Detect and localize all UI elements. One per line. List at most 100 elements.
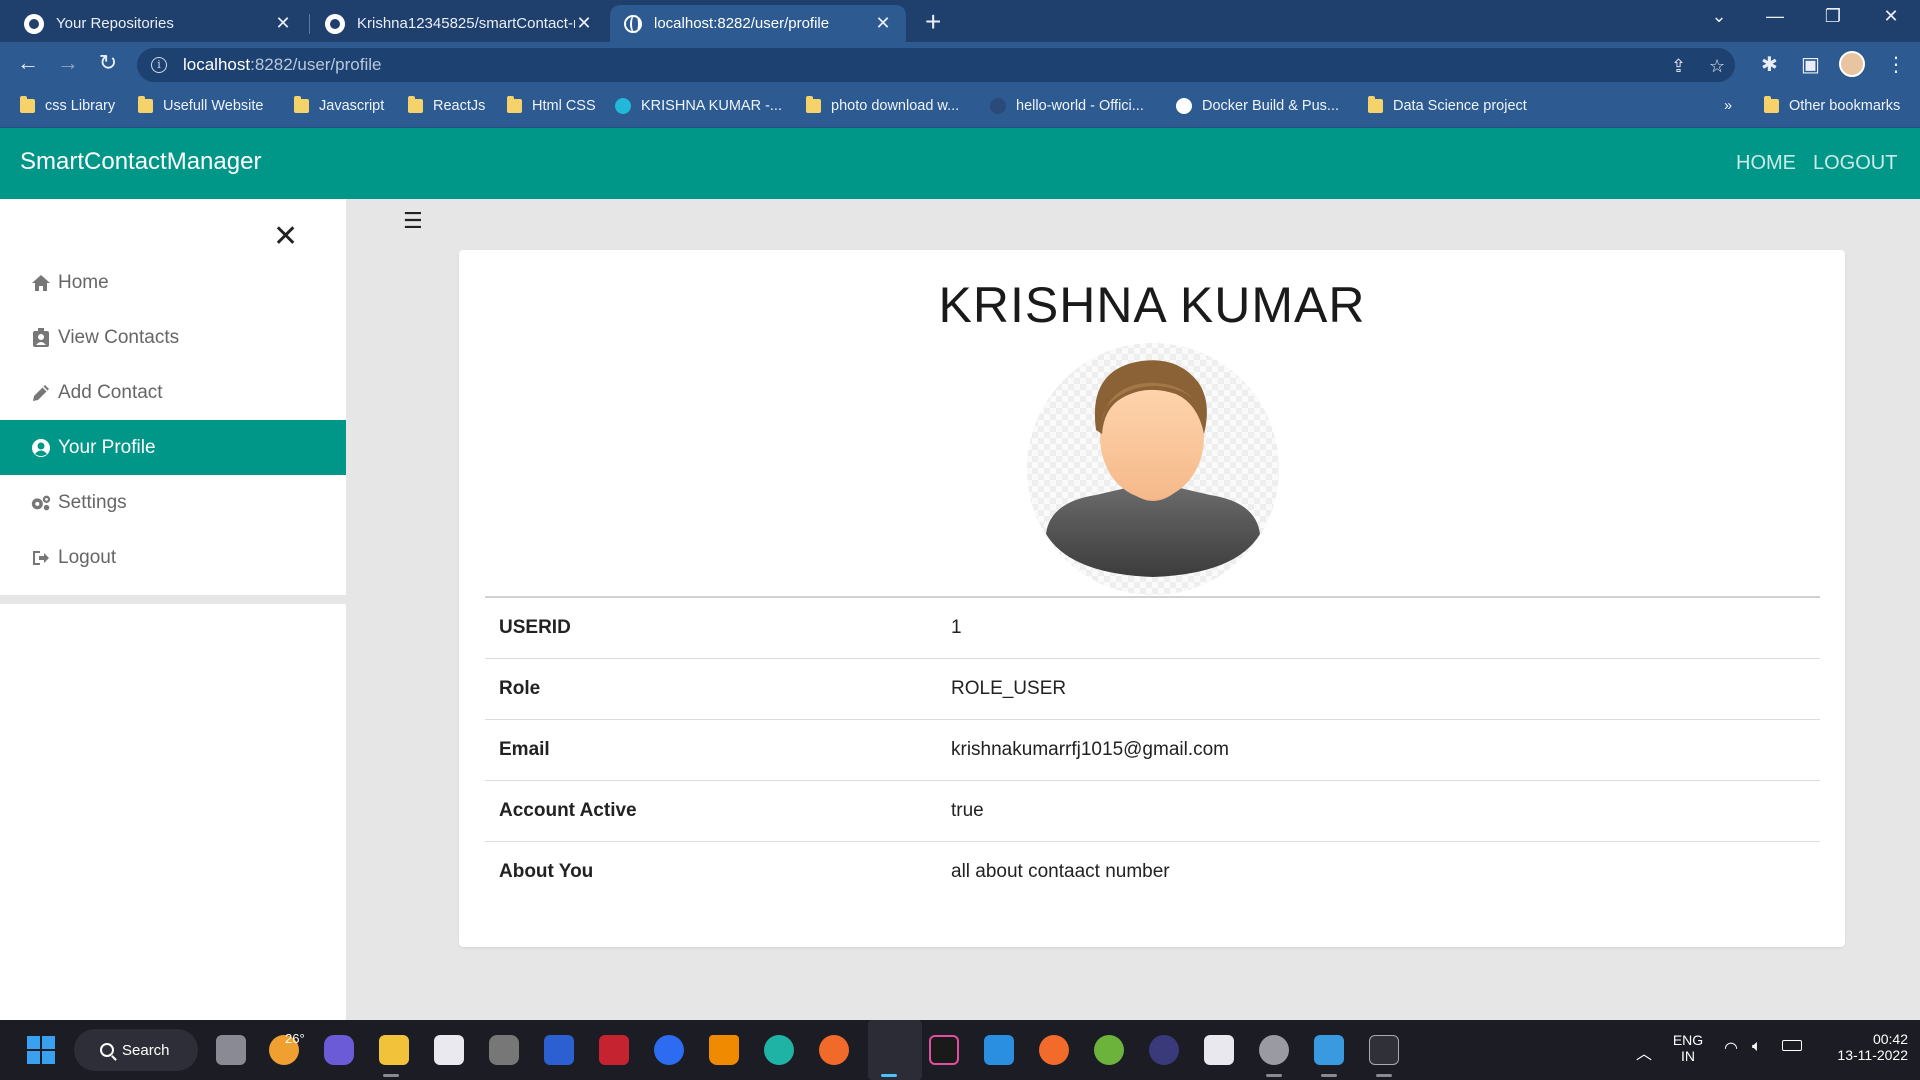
user-circle-icon [30, 438, 52, 457]
terminal-icon[interactable] [1369, 1035, 1399, 1065]
profile-name: KRISHNA KUMAR [938, 277, 1366, 333]
bookmark-label: photo download w... [831, 98, 960, 114]
firefox-icon[interactable] [819, 1035, 849, 1065]
running-indicator [1266, 1074, 1282, 1077]
tab-divider [309, 14, 310, 34]
wifi-icon[interactable]: ◠ [1724, 1038, 1738, 1058]
more-bookmarks-button[interactable]: » [1724, 98, 1732, 114]
close-icon[interactable]: ✕ [874, 13, 892, 34]
close-icon[interactable]: ✕ [575, 13, 593, 34]
bookmark-javascript[interactable]: Javascript [294, 96, 384, 114]
bookmark-photo-download[interactable]: photo download w... [806, 96, 960, 114]
extensions-icon[interactable]: ✱ [1761, 52, 1778, 77]
intellij-icon[interactable] [929, 1035, 959, 1065]
bookmark-label: Data Science project [1393, 98, 1527, 114]
brand-logo[interactable]: SmartContactManager [20, 148, 261, 176]
site-info-icon[interactable]: i [151, 57, 167, 73]
app-azure-icon[interactable] [544, 1035, 574, 1065]
running-indicator [383, 1074, 399, 1077]
close-icon[interactable]: ✕ [274, 13, 292, 34]
windows-start-icon[interactable] [27, 1036, 55, 1064]
share-icon[interactable]: ⇪ [1671, 56, 1686, 77]
mcafee-icon[interactable] [599, 1035, 629, 1065]
edge-icon[interactable] [764, 1035, 794, 1065]
close-sidebar-icon[interactable]: ✕ [273, 219, 298, 254]
task-view-icon[interactable] [216, 1035, 246, 1065]
taskbar-search-button[interactable]: Search [74, 1029, 198, 1071]
running-indicator [1321, 1074, 1337, 1077]
bookmark-usefull-website[interactable]: Usefull Website [138, 96, 263, 114]
folder-icon [408, 96, 423, 113]
sidebar-item-home[interactable]: Home [0, 255, 346, 310]
side-panel-icon[interactable]: ▣ [1801, 52, 1820, 77]
detail-value: true [951, 799, 984, 821]
back-button[interactable]: ← [13, 50, 43, 76]
reload-button[interactable]: ↻ [93, 50, 123, 76]
battery-icon[interactable] [1782, 1040, 1802, 1051]
table-row: Role ROLE_USER [485, 658, 1820, 719]
sidebar-item-add-contact[interactable]: Add Contact [0, 365, 346, 420]
photos-icon[interactable] [1314, 1035, 1344, 1065]
nav-logout-link[interactable]: LOGOUT [1813, 152, 1897, 175]
microsoft-store-icon[interactable] [434, 1035, 464, 1065]
tab-user-profile[interactable]: localhost:8282/user/profile ✕ [610, 5, 906, 42]
spring-tools-icon[interactable] [1094, 1035, 1124, 1065]
sidebar-item-logout[interactable]: Logout [0, 530, 346, 585]
other-bookmarks-folder[interactable]: Other bookmarks [1764, 96, 1900, 114]
sidebar-item-label: Home [58, 271, 109, 293]
sidebar-item-view-contacts[interactable]: View Contacts [0, 310, 346, 365]
search-label: Search [122, 1041, 170, 1059]
bookmark-hello-world[interactable]: hello-world - Offici... [990, 98, 1144, 114]
teams-chat-icon[interactable] [324, 1035, 354, 1065]
detail-key: Account Active [499, 799, 637, 821]
browser-tab-strip: Your Repositories ✕ Krishna12345825/smar… [0, 0, 1920, 42]
window-close-button[interactable]: ✕ [1876, 6, 1906, 27]
vscode-icon[interactable] [984, 1035, 1014, 1065]
eclipse-icon[interactable] [1149, 1035, 1179, 1065]
snipping-tool-icon[interactable] [1204, 1035, 1234, 1065]
bookmark-docker-build[interactable]: Docker Build & Pus... [1176, 98, 1339, 114]
tab-title: Your Repositories [56, 15, 174, 32]
url-path: :8282/user/profile [250, 55, 382, 74]
browser-profile-avatar[interactable] [1839, 51, 1865, 77]
bookmark-star-icon[interactable]: ☆ [1709, 56, 1725, 77]
zoom-icon[interactable] [654, 1035, 684, 1065]
github-icon [325, 13, 345, 34]
postman-icon[interactable] [1039, 1035, 1069, 1065]
hamburger-menu-icon[interactable]: ☰ [403, 208, 423, 234]
bookmark-html-css[interactable]: Html CSS [507, 96, 596, 114]
nav-home-link[interactable]: HOME [1736, 152, 1796, 175]
address-book-icon [30, 327, 52, 347]
vlc-icon[interactable] [709, 1035, 739, 1065]
folder-icon [507, 96, 522, 113]
sidebar-item-settings[interactable]: Settings [0, 475, 346, 530]
docker-icon [990, 98, 1006, 114]
volume-icon[interactable]: 🔈︎ [1752, 1038, 1762, 1056]
file-explorer-icon[interactable] [379, 1035, 409, 1065]
clock-date: 13-11-2022 [1837, 1047, 1908, 1063]
clock[interactable]: 00:42 13-11-2022 [1818, 1031, 1908, 1063]
tab-your-repositories[interactable]: Your Repositories ✕ [10, 5, 306, 42]
maximize-button[interactable]: ❐ [1818, 6, 1848, 27]
tray-chevron-icon[interactable]: ︿ [1636, 1040, 1652, 1064]
browser-menu-icon[interactable]: ⋮ [1886, 52, 1906, 77]
detail-key: About You [499, 860, 594, 882]
new-tab-button[interactable]: + [925, 6, 941, 38]
forward-button[interactable]: → [53, 50, 83, 76]
app-hexagon-icon[interactable] [489, 1035, 519, 1065]
tab-smartcontact-repo[interactable]: Krishna12345825/smartContact-r ✕ [311, 5, 607, 42]
bookmark-reactjs[interactable]: ReactJs [408, 96, 485, 114]
more-bookmarks-label: » [1724, 98, 1733, 114]
detail-value: all about contaact number [951, 860, 1170, 882]
minimize-button[interactable]: — [1760, 6, 1790, 27]
bookmark-data-science[interactable]: Data Science project [1368, 96, 1527, 114]
search-icon [100, 1043, 114, 1057]
tab-search-icon[interactable]: ⌄ [1704, 6, 1734, 27]
bookmark-krishna-kumar[interactable]: KRISHNA KUMAR -... [615, 98, 782, 114]
address-bar[interactable]: i localhost:8282/user/profile ⇪ ☆ [137, 48, 1735, 82]
language-indicator[interactable]: ENG IN [1668, 1032, 1708, 1064]
bookmark-css-library[interactable]: css Library [20, 96, 115, 114]
sidebar-item-your-profile[interactable]: Your Profile [0, 420, 346, 475]
settings-gear-icon[interactable] [1259, 1035, 1289, 1065]
profile-details-table: USERID 1 Role ROLE_USER Email krishnakum… [485, 596, 1820, 902]
